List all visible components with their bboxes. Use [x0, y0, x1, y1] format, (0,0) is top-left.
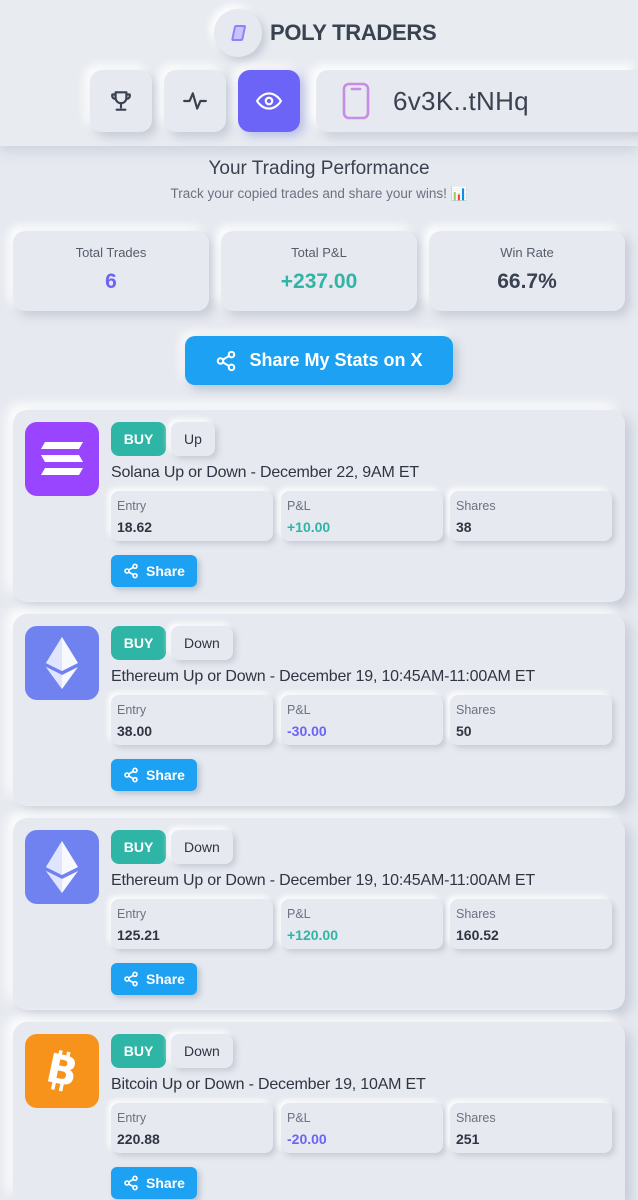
stat-value: 6: [105, 270, 117, 293]
metric-value: 18.62: [117, 519, 153, 535]
side-badge: BUY: [111, 422, 166, 456]
stat-label: Total P&L: [291, 245, 347, 260]
share-trade-button[interactable]: Share: [111, 1167, 197, 1199]
metric-label: P&L: [287, 907, 311, 921]
metric-label: P&L: [287, 703, 311, 717]
app-header: POLY TRADERS 6v3K..tNHq: [0, 0, 638, 146]
share-trade-label: Share: [146, 767, 185, 783]
nav-portfolio-button[interactable]: [238, 70, 300, 132]
solana-icon: [25, 422, 99, 496]
nav-leaderboard-button[interactable]: [90, 70, 152, 132]
metric-shares: Shares 50: [450, 695, 612, 745]
metric-entry: Entry 220.88: [111, 1103, 273, 1153]
brand-name: POLY TRADERS: [270, 20, 437, 45]
metric-pnl: P&L +120.00: [281, 899, 443, 949]
metric-entry: Entry 38.00: [111, 695, 273, 745]
metric-entry: Entry 125.21: [111, 899, 273, 949]
market-title: Ethereum Up or Down - December 19, 10:45…: [111, 872, 535, 889]
activity-icon: [183, 92, 207, 110]
metric-value: 38.00: [117, 723, 153, 739]
ethereum-icon: [25, 830, 99, 904]
metric-label: Entry: [117, 499, 147, 513]
metric-value: 160.52: [456, 927, 499, 943]
metric-value: 38: [456, 519, 472, 535]
share-icon: [217, 350, 236, 371]
direction-badge: Up: [171, 422, 215, 456]
side-badge: BUY: [111, 1034, 166, 1068]
nav-activity-button[interactable]: [164, 70, 226, 132]
direction-badge: Down: [171, 1034, 233, 1068]
metric-value: 251: [456, 1131, 480, 1147]
metric-value: 50: [456, 723, 472, 739]
metric-pnl: P&L -30.00: [281, 695, 443, 745]
share-icon: [124, 1175, 138, 1191]
metric-label: Entry: [117, 1111, 147, 1125]
market-title: Bitcoin Up or Down - December 19, 10AM E…: [111, 1076, 426, 1093]
metric-value: +120.00: [287, 927, 338, 943]
metric-entry: Entry 18.62: [111, 491, 273, 541]
share-trade-button[interactable]: Share: [111, 555, 197, 587]
metric-label: Shares: [456, 703, 496, 717]
metric-shares: Shares 251: [450, 1103, 612, 1153]
metric-label: P&L: [287, 1111, 311, 1125]
share-icon: [124, 971, 138, 987]
metric-shares: Shares 160.52: [450, 899, 612, 949]
share-icon: [124, 563, 138, 579]
book-icon: [231, 25, 246, 41]
trade-card: BUY Down Ethereum Up or Down - December …: [13, 818, 625, 1010]
eye-icon: [256, 92, 282, 110]
wallet-address: 6v3K..tNHq: [393, 85, 529, 116]
metric-pnl: P&L +10.00: [281, 491, 443, 541]
metric-pnl: P&L -20.00: [281, 1103, 443, 1153]
metric-value: +10.00: [287, 519, 331, 535]
metric-label: Shares: [456, 499, 496, 513]
brand-logo: [214, 9, 262, 57]
phone-wallet-icon: [341, 81, 371, 121]
side-badge: BUY: [111, 626, 166, 660]
metric-shares: Shares 38: [450, 491, 612, 541]
share-stats-label: Share My Stats on X: [249, 350, 423, 370]
stat-value: 66.7%: [497, 270, 557, 293]
metric-value: -20.00: [287, 1131, 327, 1147]
performance-title: Your Trading Performance: [208, 158, 430, 179]
share-trade-button[interactable]: Share: [111, 963, 197, 995]
share-icon: [124, 767, 138, 783]
share-trade-button[interactable]: Share: [111, 759, 197, 791]
share-stats-button[interactable]: Share My Stats on X: [185, 336, 453, 385]
metric-label: Shares: [456, 1111, 496, 1125]
ethereum-icon: [25, 626, 99, 700]
share-trade-label: Share: [146, 563, 185, 579]
stat-label: Total Trades: [75, 245, 147, 260]
stat-win-rate: Win Rate 66.7%: [429, 231, 625, 311]
metric-value: 125.21: [117, 927, 160, 943]
share-trade-label: Share: [146, 1175, 185, 1191]
metric-label: P&L: [287, 499, 311, 513]
trade-card: B BUY Down Bitcoin Up or Down - December…: [13, 1022, 625, 1200]
metric-label: Shares: [456, 907, 496, 921]
market-title: Ethereum Up or Down - December 19, 10:45…: [111, 668, 535, 685]
wallet-button[interactable]: 6v3K..tNHq: [316, 70, 638, 132]
stat-total-trades: Total Trades 6: [13, 231, 209, 311]
direction-badge: Down: [171, 626, 233, 660]
stat-value: +237.00: [280, 270, 358, 293]
brand[interactable]: POLY TRADERS: [214, 9, 437, 57]
bitcoin-icon: B: [25, 1034, 99, 1108]
metric-label: Entry: [117, 703, 147, 717]
metric-value: -30.00: [287, 723, 327, 739]
direction-badge: Down: [171, 830, 233, 864]
metric-label: Entry: [117, 907, 147, 921]
performance-subtitle: Track your copied trades and share your …: [170, 186, 468, 201]
trade-card: BUY Down Ethereum Up or Down - December …: [13, 614, 625, 806]
market-title: Solana Up or Down - December 22, 9AM ET: [111, 464, 419, 481]
stat-total-pnl: Total P&L +237.00: [221, 231, 417, 311]
stat-label: Win Rate: [500, 245, 554, 260]
metric-value: 220.88: [117, 1131, 160, 1147]
trophy-icon: [111, 91, 131, 111]
share-trade-label: Share: [146, 971, 185, 987]
side-badge: BUY: [111, 830, 166, 864]
trade-card: BUY Up Solana Up or Down - December 22, …: [13, 410, 625, 602]
